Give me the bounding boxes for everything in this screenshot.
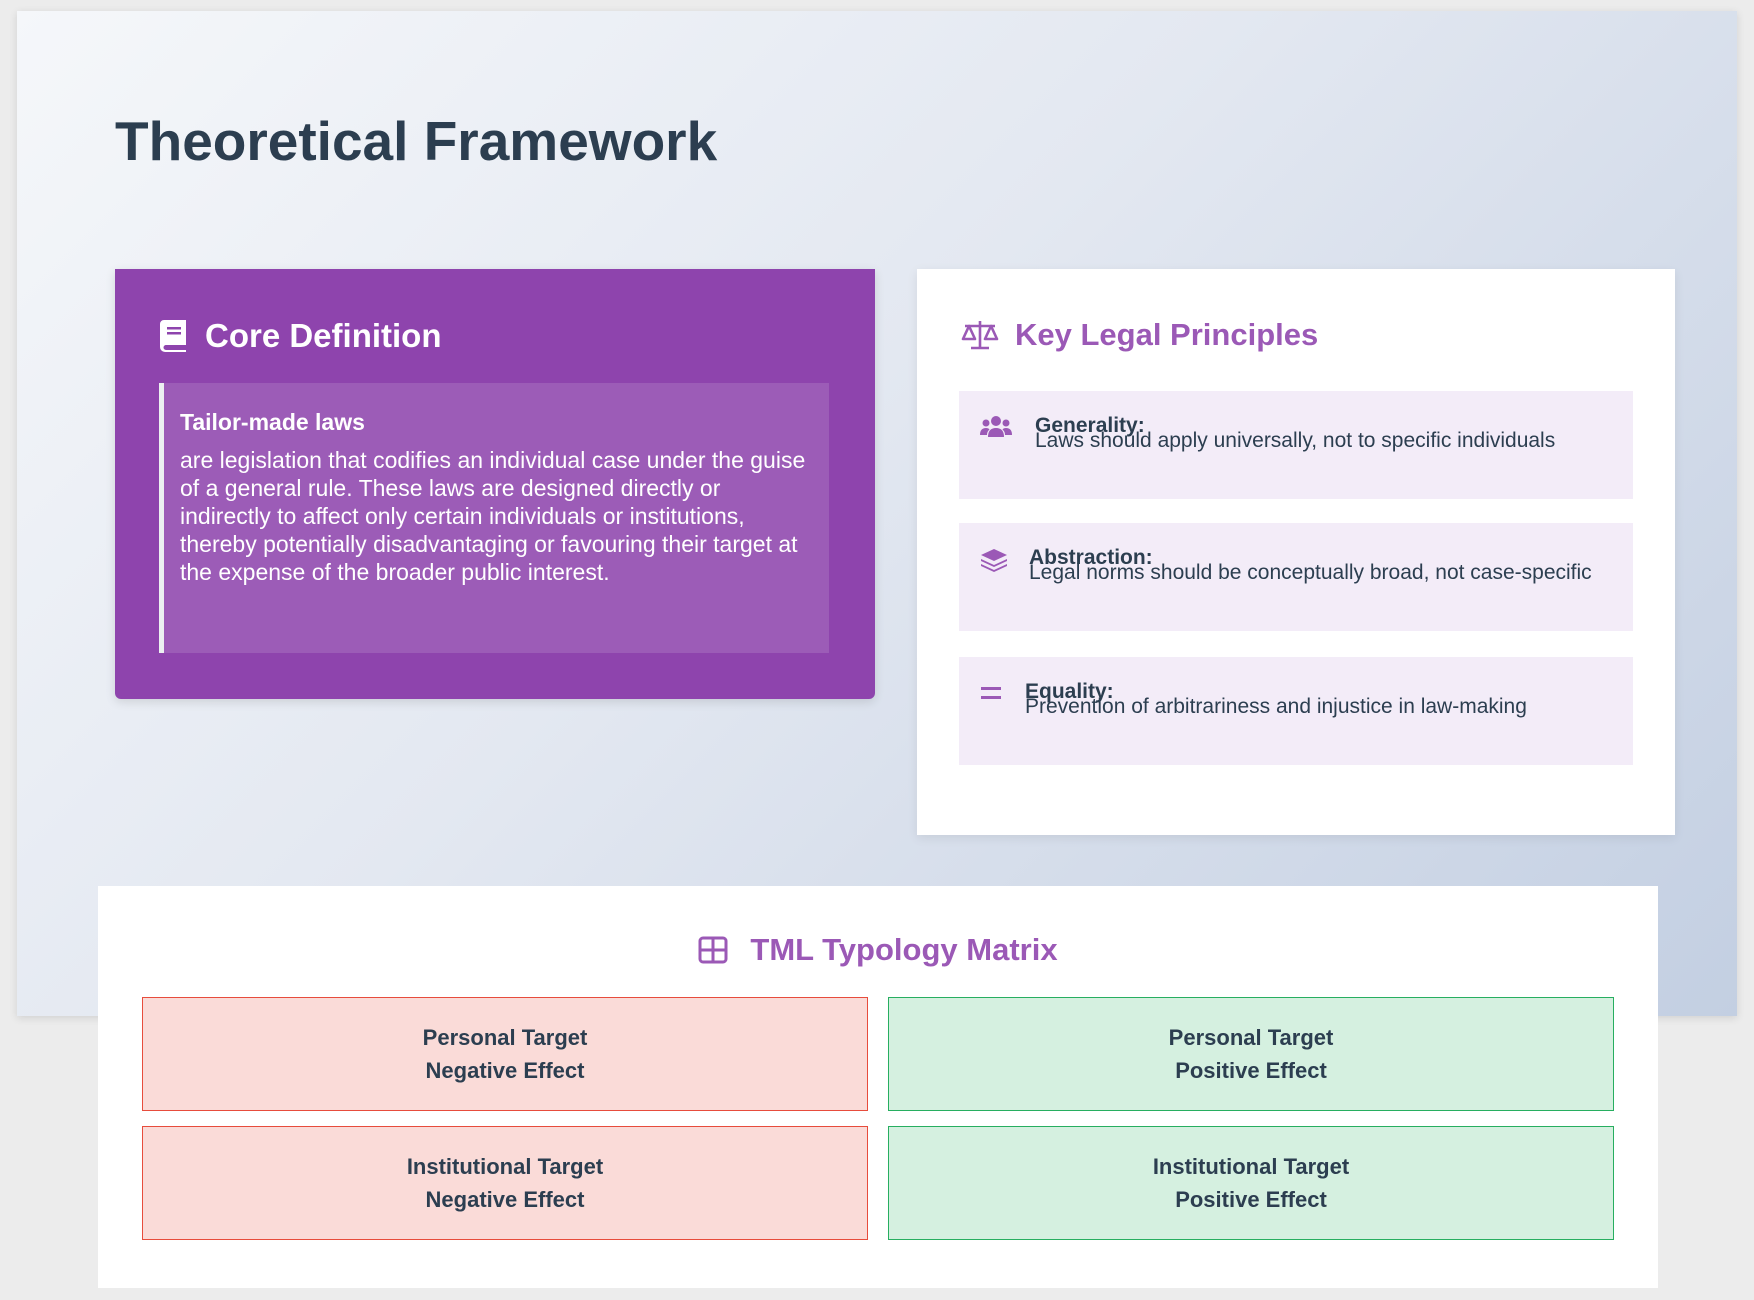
key-principles-title: Key Legal Principles [1015,317,1319,352]
balance-scale-icon [961,319,999,351]
typology-matrix-title: TML Typology Matrix [750,932,1058,967]
cell-target: Institutional Target [1152,1154,1350,1179]
cell-target: Personal Target [422,1025,588,1050]
matrix-cell-institutional-negative: Institutional Target Negative Effect [142,1126,868,1240]
page-title: Theoretical Framework [115,110,718,172]
equals-icon [979,679,1013,709]
matrix-cell-personal-positive: Personal Target Positive Effect [888,997,1614,1111]
cell-effect: Positive Effect [1175,1058,1327,1083]
cell-effect: Negative Effect [425,1187,585,1212]
typology-matrix-card: TML Typology Matrix Personal Target Nega… [98,886,1658,1288]
principle-description: Legal norms should be conceptually broad… [1029,561,1592,584]
core-definition-card: Core Definition Tailor-made laws are leg… [115,269,875,699]
matrix-cell-personal-negative: Personal Target Negative Effect [142,997,868,1111]
cell-target: Institutional Target [406,1154,604,1179]
cell-target: Personal Target [1168,1025,1334,1050]
principle-description: Prevention of arbitrariness and injustic… [1025,695,1527,718]
typology-matrix-header: TML Typology Matrix [98,932,1658,968]
book-icon [159,319,189,353]
principle-abstraction: Abstraction: Legal norms should be conce… [959,523,1633,631]
key-principles-card: Key Legal Principles Generality: Laws sh… [917,269,1675,835]
principle-equality: Equality: Prevention of arbitrariness an… [959,657,1633,765]
definition-box: Tailor-made laws are legislation that co… [159,383,829,653]
key-principles-header: Key Legal Principles [961,317,1318,353]
core-definition-title: Core Definition [205,317,442,354]
users-icon [979,413,1013,443]
core-definition-header: Core Definition [159,317,442,355]
matrix-cell-institutional-positive: Institutional Target Positive Effect [888,1126,1614,1240]
slide: Theoretical Framework Core Definition Ta… [17,11,1737,1016]
cell-effect: Negative Effect [425,1058,585,1083]
layer-group-icon [979,545,1013,575]
definition-text: are legislation that codifies an individ… [180,447,806,585]
definition-term: Tailor-made laws [180,409,365,435]
principle-description: Laws should apply universally, not to sp… [1035,429,1556,452]
table-grid-icon [698,936,728,964]
principle-generality: Generality: Laws should apply universall… [959,391,1633,499]
cell-effect: Positive Effect [1175,1187,1327,1212]
